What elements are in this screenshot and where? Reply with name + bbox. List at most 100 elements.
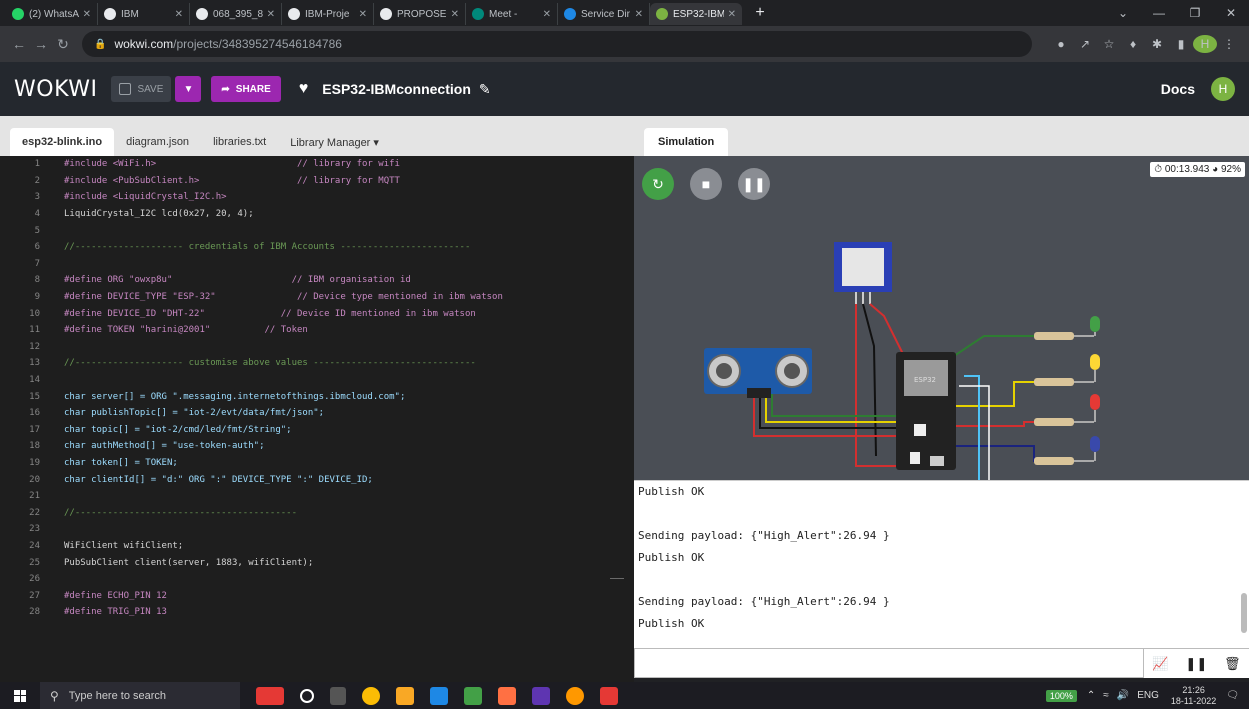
minimize-icon[interactable]: — [1141, 6, 1177, 20]
browser-tab[interactable]: IBM ✕ [98, 3, 190, 25]
resistor[interactable] [1034, 457, 1074, 465]
led-red[interactable] [1090, 394, 1100, 410]
code-text: char publishTopic[] = "iot-2/evt/data/fm… [64, 408, 325, 419]
maximize-icon[interactable]: ❐ [1177, 6, 1213, 20]
led-green[interactable] [1090, 316, 1100, 332]
clear-serial-icon[interactable]: 🗑 [1224, 656, 1241, 672]
close-tab-icon[interactable]: ✕ [728, 9, 736, 20]
line-number: 25 [29, 557, 40, 568]
chrome-icon[interactable] [362, 686, 380, 705]
close-tab-icon[interactable]: ✕ [635, 9, 643, 20]
teams-icon[interactable] [532, 686, 550, 705]
notification-icon[interactable]: 🗨 [1226, 690, 1239, 701]
serial-scrollbar[interactable] [1241, 593, 1247, 633]
wifi-icon[interactable]: ≈ [1103, 690, 1109, 701]
firefox-icon[interactable] [566, 686, 584, 705]
serial-input[interactable] [634, 648, 1144, 678]
menu-dots-icon[interactable]: ⋮ [1217, 37, 1241, 51]
browser-tab[interactable]: (2) WhatsA ✕ [6, 3, 98, 25]
editor-tab[interactable]: diagram.json [114, 128, 201, 156]
new-tab-button[interactable]: + [750, 4, 770, 22]
line-number: 19 [29, 457, 40, 468]
code-line: 17 char topic[] = "iot-2/cmd/led/fmt/Stri… [0, 422, 634, 439]
serial-toolbar: 📈 ❚❚ 🗑 [1144, 648, 1249, 678]
led-blue[interactable] [1090, 436, 1100, 452]
code-text: WiFiClient wifiClient; [64, 540, 184, 551]
forward-icon[interactable]: → [30, 36, 52, 52]
close-tab-icon[interactable]: ✕ [83, 9, 91, 20]
close-tab-icon[interactable]: ✕ [543, 9, 551, 20]
code-line: 14 [0, 372, 634, 389]
google-icon[interactable]: ● [1049, 37, 1073, 51]
pencil-icon[interactable]: ✎ [479, 81, 491, 98]
language-indicator[interactable]: ENG [1137, 690, 1159, 701]
close-tab-icon[interactable]: ✕ [175, 9, 183, 20]
task-view-icon[interactable] [300, 688, 314, 703]
battery-indicator[interactable]: 100% [1045, 689, 1077, 702]
bookmark-star-icon[interactable]: ☆ [1097, 37, 1121, 51]
docs-link[interactable]: Docs [1161, 81, 1195, 97]
editor-tab[interactable]: Library Manager ▾ [278, 128, 391, 156]
chevron-up-icon[interactable]: ⌃ [1087, 690, 1095, 701]
esp32-button[interactable] [910, 452, 920, 464]
widgets-icon[interactable] [330, 686, 346, 705]
browser-tab[interactable]: ESP32-IBM ✕ [650, 3, 742, 25]
browser-tab[interactable]: PROPOSED ✕ [374, 3, 466, 25]
puzzle-icon[interactable]: ✱ [1145, 37, 1169, 51]
code-text: PubSubClient client(server, 1883, wifiCl… [64, 557, 314, 568]
profile-avatar[interactable]: H [1193, 35, 1217, 53]
simulation-canvas[interactable]: ↻ ■ ❚❚ ⏱ 00:13.943 ◕ 92% ESP32 [634, 156, 1249, 480]
browser-tab[interactable]: 068_395_8 ✕ [190, 3, 282, 25]
reload-icon[interactable]: ↻ [52, 36, 74, 53]
heart-icon[interactable]: ♥ [299, 80, 309, 98]
close-tab-icon[interactable]: ✕ [267, 9, 275, 20]
editor-tab[interactable]: esp32-blink.ino [10, 128, 115, 156]
chart-icon[interactable]: 📈 [1152, 656, 1168, 672]
resistor[interactable] [1034, 418, 1074, 426]
tab-simulation[interactable]: Simulation [644, 128, 729, 156]
share-page-icon[interactable]: ↗ [1073, 37, 1097, 51]
taskbar-search[interactable]: ⚲ Type here to search [40, 682, 240, 709]
project-name[interactable]: ESP32-IBMconnection [322, 81, 471, 97]
app-icon[interactable] [600, 686, 618, 705]
close-tab-icon[interactable]: ✕ [451, 9, 459, 20]
app-icon[interactable] [464, 686, 482, 705]
url-field[interactable]: 🔒 wokwi.com /projects/348395274546184786 [82, 31, 1032, 57]
line-number: 18 [29, 441, 40, 452]
save-dropdown-button[interactable]: ▼ [175, 76, 202, 102]
close-window-icon[interactable]: ✕ [1213, 6, 1249, 20]
extension-icon[interactable]: ♦ [1121, 37, 1145, 51]
start-button[interactable] [0, 689, 40, 702]
browser-tab[interactable]: Service Dir ✕ [558, 3, 650, 25]
serial-line [634, 503, 1249, 525]
vscode-icon[interactable] [430, 686, 448, 705]
chevron-down-icon[interactable]: ⌄ [1105, 6, 1141, 20]
tab-favicon-icon [12, 8, 24, 20]
line-number: 15 [29, 391, 40, 402]
code-editor[interactable]: 1 #include <WiFi.h> // library for wifi 2 #… [0, 156, 634, 682]
resistor[interactable] [1034, 332, 1074, 340]
file-explorer-icon[interactable] [396, 686, 414, 705]
editor-tab[interactable]: libraries.txt [201, 128, 278, 156]
resistor[interactable] [1034, 378, 1074, 386]
browser-tab[interactable]: IBM-Proje ✕ [282, 3, 374, 25]
clock[interactable]: 21:26 18-11-2022 [1171, 685, 1216, 707]
pause-serial-icon[interactable]: ❚❚ [1185, 656, 1207, 672]
share-button[interactable]: ➦ SHARE [211, 76, 281, 102]
clock-date: 18-11-2022 [1170, 695, 1217, 706]
close-tab-icon[interactable]: ✕ [359, 9, 367, 20]
save-button[interactable]: SAVE [111, 76, 172, 102]
taskbar-app-icon[interactable] [256, 686, 284, 705]
serial-monitor[interactable]: Publish OK Sending payload: {"High_Alert"… [634, 480, 1249, 648]
volume-icon[interactable]: 🔊 [1117, 690, 1129, 701]
code-line: 26 [0, 571, 634, 588]
back-icon[interactable]: ← [8, 36, 30, 52]
led-yellow[interactable] [1090, 354, 1100, 370]
browser-tab[interactable]: Meet - ✕ [466, 3, 558, 25]
code-line: 16 char publishTopic[] = "iot-2/evt/data/… [0, 405, 634, 422]
wokwi-logo[interactable]: WOKWI [14, 77, 97, 102]
user-avatar[interactable]: H [1211, 77, 1235, 101]
browser-tab-title: Service Dir [581, 8, 630, 20]
app-icon[interactable] [498, 686, 516, 705]
sidebar-icon[interactable]: ▮ [1169, 37, 1193, 51]
